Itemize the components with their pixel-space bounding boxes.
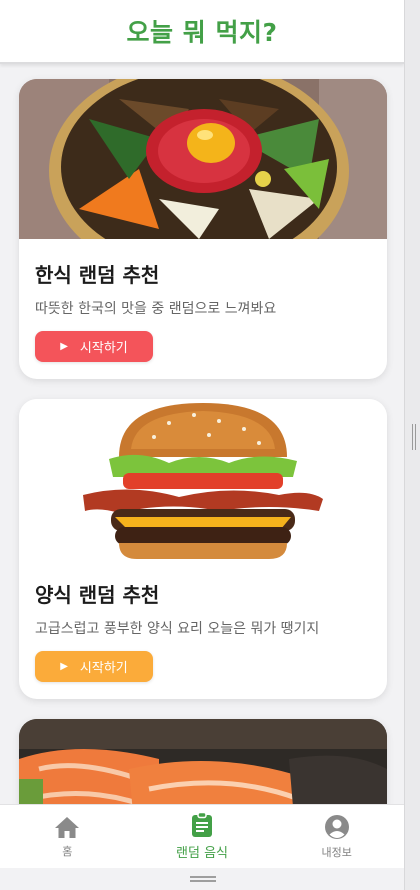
home-icon	[55, 816, 80, 838]
card-title: 한식 랜덤 추천	[35, 263, 160, 287]
clipboard-icon	[192, 812, 212, 837]
nav-label-home: 홈	[62, 844, 73, 858]
play-icon: ▶	[60, 341, 68, 352]
bottom-navigation: 홈 랜덤 음식 내정보	[0, 804, 404, 868]
page-title: 오늘 뭐 먹지?	[126, 18, 278, 47]
start-button-label: 시작하기	[79, 341, 128, 356]
app: 오늘 뭐 먹지? 한식 랜덤 추천 따뜻한 한국의 맛을 중 랜덤으로 느껴봐요…	[0, 0, 404, 890]
card-list[interactable]: 한식 랜덤 추천 따뜻한 한국의 맛을 중 랜덤으로 느껴봐요 ▶ 시작하기 양…	[0, 64, 404, 804]
start-western-button[interactable]: ▶ 시작하기	[35, 651, 153, 682]
system-home-bar	[0, 868, 404, 890]
salmon-sushi-image	[19, 719, 387, 804]
korean-food-card[interactable]: 한식 랜덤 추천 따뜻한 한국의 맛을 중 랜덤으로 느껴봐요 ▶ 시작하기	[19, 79, 387, 379]
nav-label-my-info: 내정보	[321, 845, 352, 859]
start-korean-button[interactable]: ▶ 시작하기	[35, 331, 153, 362]
user-circle-icon	[324, 814, 349, 839]
home-indicator[interactable]	[190, 876, 216, 882]
card-title: 양식 랜덤 추천	[35, 583, 160, 607]
nav-item-home[interactable]: 홈	[0, 805, 135, 868]
burger-image	[19, 399, 387, 559]
japanese-food-card[interactable]	[19, 719, 387, 804]
nav-label-random-food: 랜덤 음식	[176, 846, 228, 861]
card-description: 따뜻한 한국의 맛을 중 랜덤으로 느껴봐요	[35, 301, 277, 317]
bibimbap-image	[19, 79, 387, 239]
western-food-card[interactable]: 양식 랜덤 추천 고급스럽고 풍부한 양식 요리 오늘은 뭐가 땡기지 ▶ 시작…	[19, 399, 387, 699]
card-description: 고급스럽고 풍부한 양식 요리 오늘은 뭐가 땡기지	[35, 621, 320, 637]
start-button-label: 시작하기	[79, 661, 128, 676]
window-gutter	[404, 0, 420, 890]
resize-handle[interactable]	[412, 424, 416, 450]
app-header: 오늘 뭐 먹지?	[0, 0, 404, 64]
nav-item-my-info[interactable]: 내정보	[269, 805, 404, 868]
play-icon: ▶	[60, 661, 68, 672]
nav-item-random-food[interactable]: 랜덤 음식	[135, 805, 270, 868]
